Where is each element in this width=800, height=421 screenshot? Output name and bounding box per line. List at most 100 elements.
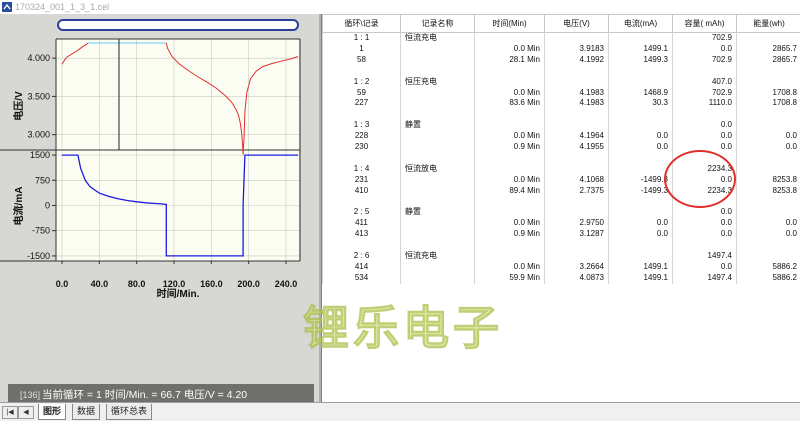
table-row[interactable]: 4140.0 Min3.26641499.10.05886.2 [323,262,800,273]
cell-voltage: 2.7375 [545,186,609,197]
table-row[interactable]: 1 : 1恒流充电702.9 [323,33,800,44]
first-tab-button[interactable]: |◀ [2,406,18,419]
tab-graph[interactable]: 图形 [38,404,66,420]
cell-capacity [673,66,737,77]
cell-current [609,197,673,208]
table-row[interactable]: 5828.1 Min4.19921499.3702.92865.7 [323,55,800,66]
tab-cycle-summary[interactable]: 循环总表 [106,404,152,420]
cell-record-name [401,109,475,120]
cell-cycle [323,197,401,208]
current-tick-label: -1500 [27,251,50,261]
table-row[interactable] [323,240,800,251]
cell-energy [737,207,800,218]
cell-record-name [401,186,475,197]
cell-cycle: 1 : 2 [323,77,401,88]
cell-current [609,153,673,164]
cell-energy [737,66,800,77]
cell-cycle: 1 : 3 [323,120,401,131]
time-tick-label: 160.0 [200,279,223,289]
col-header-record-name[interactable]: 记录名称 [401,15,475,33]
cell-energy: 1708.8 [737,98,800,109]
table-row[interactable]: 2300.9 Min4.19550.00.00.0 [323,142,800,153]
cell-record-name [401,44,475,55]
voltage-plot-area [56,39,299,150]
records-table: 循环\记录 记录名称 时间(Min) 电压(V) 电流(mA) 容量( mAh)… [322,14,800,284]
current-axis-ticks: 15007500-750-1500 [27,150,56,261]
cell-time [475,120,545,131]
cell-capacity: 0.0 [673,262,737,273]
table-row[interactable]: 2 : 6恒流充电1497.4 [323,251,800,262]
col-header-time[interactable]: 时间(Min) [475,15,545,33]
table-row[interactable]: 1 : 2恒压充电407.0 [323,77,800,88]
cell-record-name [401,240,475,251]
cell-time [475,66,545,77]
col-header-voltage[interactable]: 电压(V) [545,15,609,33]
col-header-current[interactable]: 电流(mA) [609,15,673,33]
cell-voltage [545,66,609,77]
cell-current [609,164,673,175]
table-row[interactable]: 2280.0 Min4.19640.00.00.0 [323,131,800,142]
cell-voltage: 4.1983 [545,88,609,99]
tab-data[interactable]: 数据 [72,404,100,420]
cell-time: 0.0 Min [475,131,545,142]
table-row[interactable] [323,197,800,208]
cell-energy: 0.0 [737,142,800,153]
cell-voltage [545,240,609,251]
cell-cycle: 413 [323,229,401,240]
cell-current [609,33,673,44]
chart-canvas[interactable]: 4.0003.5003.000 15007500-750-1500 0.040.… [0,14,319,402]
table-row[interactable]: 1 : 3静置0.0 [323,120,800,131]
tab-graph-label: 图形 [43,406,61,416]
cell-current: 0.0 [609,229,673,240]
table-row[interactable]: 2 : 5静置0.0 [323,207,800,218]
cell-cycle: 1 [323,44,401,55]
cell-current: 1499.1 [609,44,673,55]
prev-tab-button[interactable]: ◀ [18,406,34,419]
cell-energy: 0.0 [737,131,800,142]
cell-current: 0.0 [609,131,673,142]
cell-energy: 2865.7 [737,44,800,55]
table-row[interactable] [323,66,800,77]
cell-energy [737,251,800,262]
cell-voltage [545,109,609,120]
cell-voltage [545,251,609,262]
time-axis-label: 时间/Min. [157,287,200,300]
app-icon [2,2,12,12]
col-header-capacity[interactable]: 容量( mAh) [673,15,737,33]
cell-energy [737,120,800,131]
time-range-slider[interactable] [58,20,298,30]
cell-current [609,207,673,218]
cell-cycle: 58 [323,55,401,66]
table-row[interactable] [323,109,800,120]
col-header-energy[interactable]: 能量(wh) [737,15,800,33]
table-row[interactable]: 53459.9 Min4.08731499.11497.45886.2 [323,273,800,284]
cell-cycle: 2 : 5 [323,207,401,218]
cell-record-name: 恒流放电 [401,164,475,175]
cell-capacity [673,109,737,120]
cell-record-name [401,197,475,208]
cell-current: 0.0 [609,218,673,229]
cell-capacity: 0.0 [673,120,737,131]
table-row[interactable]: 4110.0 Min2.97500.00.00.0 [323,218,800,229]
cell-cycle: 228 [323,131,401,142]
table-row[interactable]: 4130.9 Min3.12870.00.00.0 [323,229,800,240]
table-row[interactable]: 590.0 Min4.19831468.9702.91708.8 [323,88,800,99]
table-row[interactable]: 10.0 Min3.91831499.10.02865.7 [323,44,800,55]
cell-energy [737,153,800,164]
cell-time [475,33,545,44]
tab-cycle-label: 循环总表 [111,406,147,416]
cell-current [609,66,673,77]
cell-time [475,109,545,120]
cell-time: 0.0 Min [475,44,545,55]
cell-time [475,207,545,218]
col-header-cycle[interactable]: 循环\记录 [323,15,401,33]
voltage-tick-label: 3.500 [27,91,50,101]
cell-cycle: 59 [323,88,401,99]
cell-cycle [323,153,401,164]
cell-record-name [401,131,475,142]
cell-time: 0.9 Min [475,142,545,153]
cell-current [609,251,673,262]
table-row[interactable]: 22783.6 Min4.198330.31110.01708.8 [323,98,800,109]
cell-energy: 0.0 [737,218,800,229]
voltage-axis-label: 电压/V [12,91,25,121]
